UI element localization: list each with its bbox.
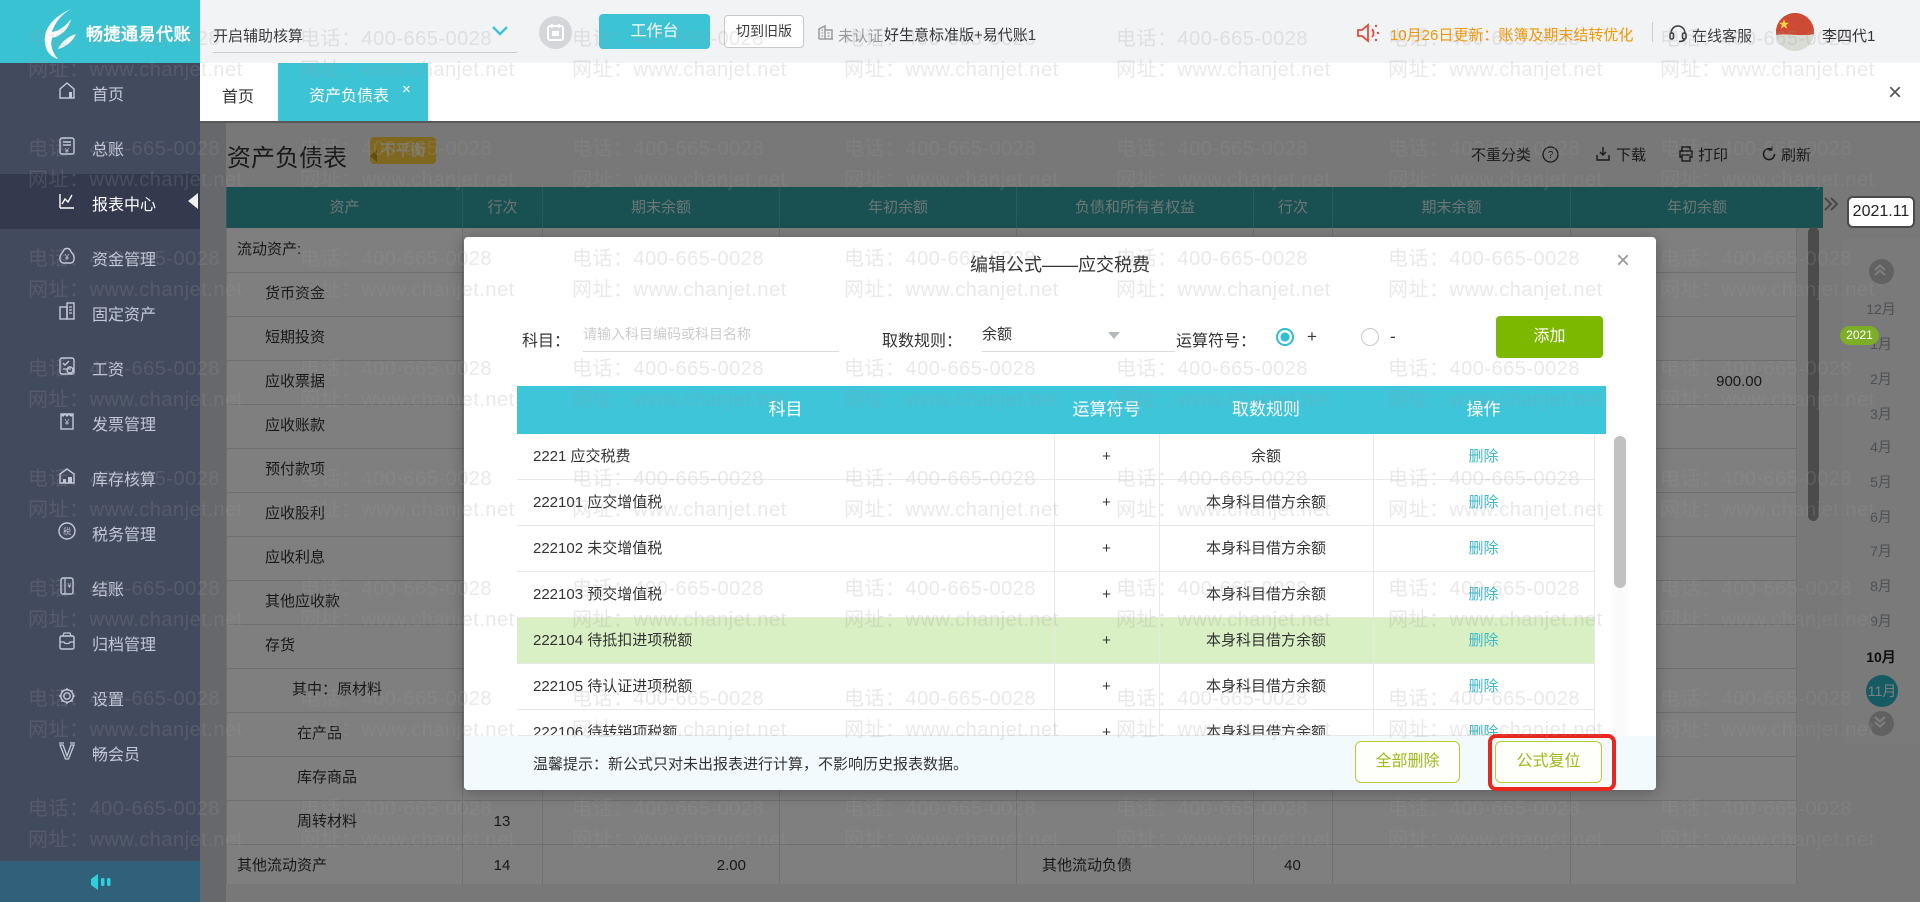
svg-text:税: 税: [63, 526, 71, 536]
svg-text:¥: ¥: [64, 253, 70, 262]
svg-text:¥: ¥: [68, 583, 72, 590]
svg-text:¥: ¥: [65, 148, 69, 155]
svg-text:¥: ¥: [64, 418, 70, 427]
